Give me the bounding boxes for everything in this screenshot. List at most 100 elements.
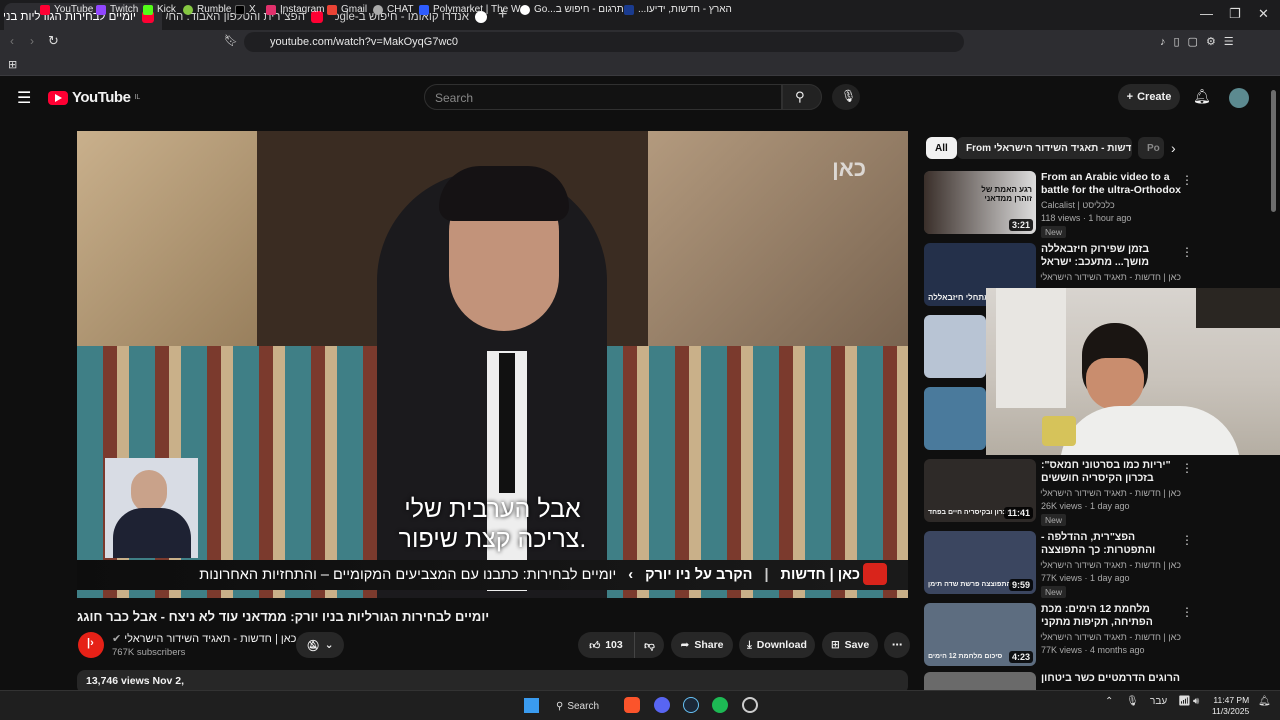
bookmark-icon[interactable]: 🔖︎ [224,34,238,47]
list-item[interactable]: סיכום מלחמת 12 הימים 4:23 מלחמת 12 הימים:… [924,603,1264,671]
brave-browser-icon[interactable] [624,697,640,713]
spotify-icon[interactable] [712,697,728,713]
more-vert-icon[interactable]: ⋮ [1181,533,1193,547]
back-icon[interactable]: ‹ [10,34,14,48]
more-vert-icon[interactable]: ⋮ [1181,605,1193,619]
video-thumbnail[interactable] [924,672,1036,690]
mic-icon[interactable]: 🎙︎ [1126,696,1139,707]
bookmark-polymarket[interactable]: Polymarket | The W... [419,4,528,15]
minimize-icon[interactable]: — [1200,6,1213,21]
chip-from-channel[interactable]: From כאן | חדשות - תאגיד השידור הישראלי [957,137,1132,159]
extension-icons[interactable]: ♪▯▢⚙☰ [1160,35,1242,48]
list-item[interactable]: הרוגים הדרמטיים כשר ביטחון [924,672,1264,690]
taskbar-search[interactable]: ⚲ Search [556,698,599,714]
search-input[interactable]: Search [424,84,782,110]
bookmark-rumble[interactable]: Rumble [183,4,231,15]
share-button[interactable]: ➦ Share [671,632,733,658]
video-title[interactable]: "יריות כמו בסרטוני חמאס": בזכרון הקיסריה… [1041,459,1181,485]
video-title[interactable]: From an Arabic video to a battle for the… [1041,171,1181,197]
video-title[interactable]: בזמן שפירוק חיזבאללה מושך... מתעכב: ישרא… [1041,243,1181,269]
system-clock[interactable]: 11:47 PM 11/3/2025 [1212,695,1249,717]
bookmark-twitch[interactable]: Twitch [96,4,138,15]
discord-icon[interactable] [654,697,670,713]
channel-watermark: כאן [832,156,866,181]
instagram-icon [266,4,276,15]
voice-search-button[interactable]: 🎙︎ [832,84,860,110]
more-vert-icon[interactable]: ⋮ [1181,173,1193,187]
avatar[interactable] [1229,88,1249,108]
like-button[interactable]: 👍︎ 103 [578,632,634,658]
chevron-right-icon[interactable]: › [1171,140,1176,156]
reload-icon[interactable]: ↻ [48,33,59,49]
search-icon: ⚲ [795,89,805,104]
close-window-icon[interactable]: ✕ [1258,6,1269,22]
channel-name[interactable]: כאן | חדשות - תאגיד השידור הישראלי [1040,560,1181,570]
channel-name[interactable]: כאן | חדשות - תאגיד השידור הישראלי ✔ [112,632,296,645]
chip-all[interactable]: All [926,137,957,159]
bookmark-youtube[interactable]: YouTube [40,4,93,15]
bookmark-gmail[interactable]: Gmail [327,4,367,15]
more-actions-button[interactable]: ⋯ [884,632,910,658]
dislike-button[interactable]: 👎︎ [634,632,664,658]
volume-icon[interactable]: 🔊︎ [1193,696,1199,707]
bookmark-x[interactable]: X [235,4,256,15]
channel-avatar[interactable]: |› [78,632,104,658]
url-text: youtube.com/watch?v=MakOyqG7wc0 [270,36,459,48]
download-button[interactable]: ⤓ Download [739,632,815,658]
channel-name[interactable]: Calcalist | כלכליסט [1041,200,1115,210]
bookmark-chat[interactable]: CHAT [373,4,413,15]
url-field[interactable]: youtube.com/watch?v=MakOyqG7wc0 [244,32,964,52]
list-item[interactable]: כך התפוצצה פרשת שדה תימן 9:59 הפצ"רית, הה… [924,531,1264,599]
bookmark-instagram[interactable]: Instagram [266,4,324,15]
video-title[interactable]: מלחמת 12 הימים: מכת הפתיחה, תקיפות מתקני… [1041,603,1181,629]
video-subtitles: אבל הערבית שלי צריכה קצת שיפור. [77,494,908,554]
windows-start-icon[interactable] [524,698,539,713]
video-title[interactable]: הפצ"רית, ההדלפה - והתפטרות: כך התפוצצה פ… [1041,531,1181,557]
youtube-logo[interactable]: YouTube IL [48,89,140,106]
bookmark-google-translate[interactable]: Go...תרגום - חיפוש ב [520,4,624,15]
notifications-bell-icon[interactable]: 🔔︎ [1193,88,1211,105]
new-badge: New [1041,226,1067,238]
chevron-up-icon[interactable]: ⌃ [1105,696,1113,707]
menu-icon[interactable]: ☰ [17,88,31,108]
video-title[interactable]: הרוגים הדרמטיים כשר ביטחון [1041,672,1181,690]
like-count: 103 [605,639,623,651]
notification-icon[interactable]: 🔔︎ [1258,696,1271,707]
channel-name[interactable]: כאן | חדשות - תאגיד השידור הישראלי [1040,272,1181,282]
forward-icon[interactable]: › [30,34,34,48]
video-thumbnail[interactable]: ירי בזכרון ובקיסריה חיים בפחד 11:41 [924,459,1036,522]
video-thumbnail[interactable] [924,315,986,378]
video-thumbnail[interactable] [924,387,986,450]
list-item[interactable]: רגע האמת של זוהרן ממדאני 3:21 From an Ara… [924,171,1264,239]
more-vert-icon[interactable]: ⋮ [1181,245,1193,259]
video-thumbnail[interactable]: רגע האמת של זוהרן ממדאני 3:21 [924,171,1036,234]
bookmark-kick[interactable]: Kick [143,4,176,15]
search-button[interactable]: ⚲ [782,84,822,110]
subscribed-notifications-button[interactable]: 🔕︎ ⌄ [296,632,344,658]
apps-grid-icon[interactable]: ⊞ [8,58,17,71]
steam-icon[interactable] [683,697,699,713]
views-and-age: 118 views · 1 hour ago [1041,213,1132,223]
input-language[interactable]: עבר [1150,696,1167,707]
wifi-icon[interactable]: 📶︎ [1178,696,1191,707]
create-button[interactable]: + Create [1118,84,1180,110]
share-label: Share [694,639,724,651]
app-icon[interactable] [742,697,758,713]
haaretz-icon [624,4,634,15]
chip-more[interactable]: Po [1138,137,1164,159]
channel-name[interactable]: כאן | חדשות - תאגיד השידור הישראלי [1040,632,1181,642]
google-icon [520,4,530,15]
save-button[interactable]: ⊞ Save [822,632,878,658]
channel-name[interactable]: כאן | חדשות - תאגיד השידור הישראלי [1040,488,1181,498]
list-item[interactable]: ירי בזכרון ובקיסריה חיים בפחד 11:41 "יריו… [924,459,1264,527]
more-vert-icon[interactable]: ⋮ [1181,461,1193,475]
bookmark-haaretz[interactable]: ...הארץ - חדשות, ידיעו [624,4,732,15]
maximize-icon[interactable]: ❐ [1229,6,1241,22]
scrollbar[interactable] [1271,90,1276,212]
video-thumbnail[interactable]: סיכום מלחמת 12 הימים 4:23 [924,603,1036,666]
create-label: Create [1137,91,1172,103]
clock-date: 11/3/2025 [1212,706,1250,716]
clock-time: 11:47 PM [1213,695,1250,705]
polymarket-icon [419,4,429,15]
video-thumbnail[interactable]: כך התפוצצה פרשת שדה תימן 9:59 [924,531,1036,594]
